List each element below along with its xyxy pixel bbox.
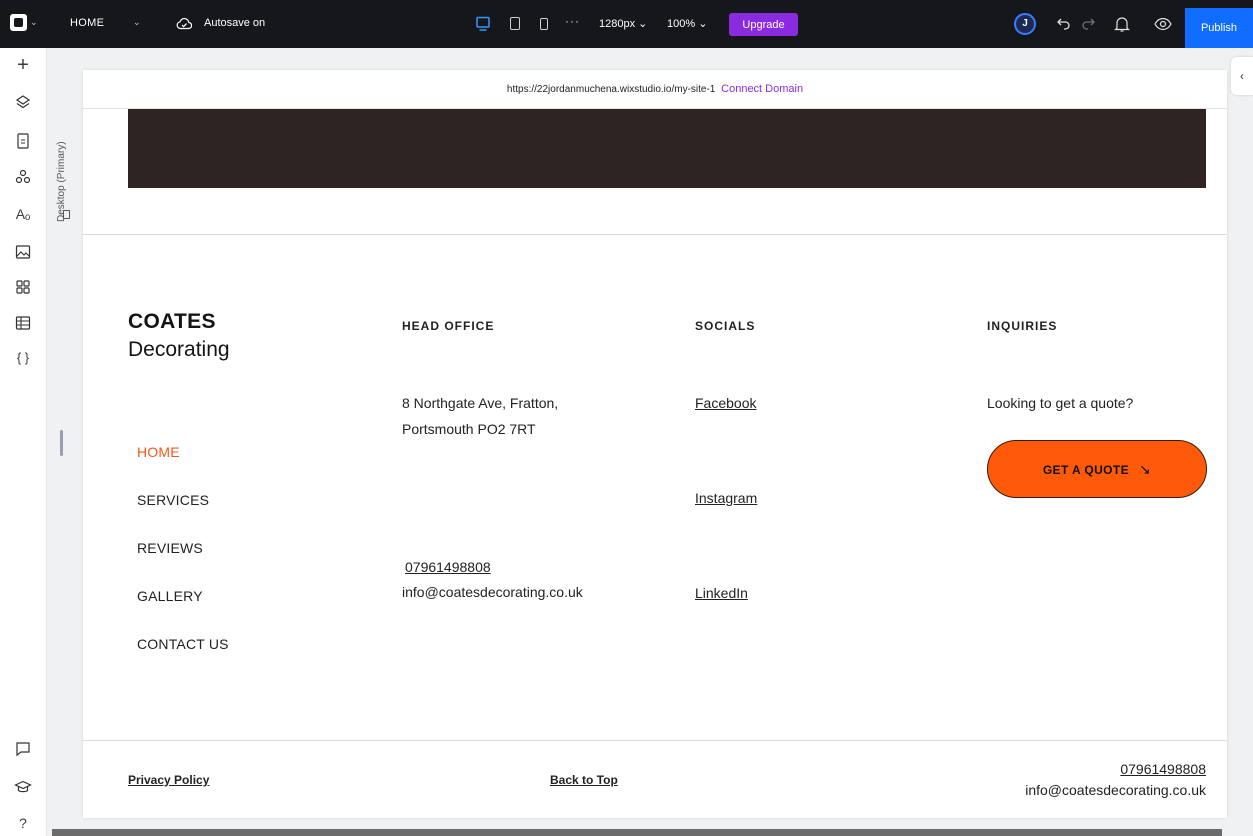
chevron-left-icon[interactable]: ‹ <box>1231 57 1253 95</box>
brand-name[interactable]: COATES <box>128 310 216 334</box>
breakpoint-label[interactable]: Desktop (Primary) <box>56 141 67 222</box>
footer-email[interactable]: info@coatesdecorating.co.uk <box>1025 782 1206 798</box>
help-icon[interactable]: ? <box>14 814 32 832</box>
address-line2: Portsmouth PO2 7RT <box>402 421 536 437</box>
chevron-down-icon[interactable]: ⌄ <box>133 17 141 28</box>
connect-domain-link[interactable]: Connect Domain <box>721 83 803 95</box>
footer-nav-gallery[interactable]: GALLERY <box>137 588 203 604</box>
avatar[interactable]: J <box>1014 13 1036 35</box>
linkedin-link[interactable]: LinkedIn <box>695 585 748 601</box>
dark-banner-section[interactable] <box>128 109 1206 188</box>
comments-icon[interactable] <box>14 740 32 758</box>
site-canvas: https://22jordanmuchena.wixstudio.io/my-… <box>83 70 1227 818</box>
horizontal-scrollbar[interactable] <box>52 829 1222 836</box>
wix-logo-icon[interactable] <box>10 14 27 31</box>
footer-nav-reviews[interactable]: REVIEWS <box>137 540 203 556</box>
add-element-icon[interactable]: + <box>14 55 32 75</box>
code-icon[interactable]: { } <box>14 349 32 367</box>
apps-icon[interactable] <box>14 278 32 296</box>
typography-icon[interactable]: Aₒ <box>14 205 32 223</box>
cloud-check-icon <box>176 17 192 30</box>
email-text[interactable]: info@coatesdecorating.co.uk <box>402 584 583 600</box>
inquiries-heading: INQUIRIES <box>987 319 1058 333</box>
brand-subtitle[interactable]: Decorating <box>128 338 230 362</box>
head-office-heading: HEAD OFFICE <box>402 319 495 333</box>
left-tool-rail: + Aₒ { } ? <box>0 48 47 836</box>
back-to-top-link[interactable]: Back to Top <box>550 773 618 787</box>
undo-icon[interactable] <box>1056 15 1072 31</box>
inquiries-text: Looking to get a quote? <box>987 395 1134 411</box>
footer-nav-home[interactable]: HOME <box>137 444 180 460</box>
upgrade-button[interactable]: Upgrade <box>729 13 798 36</box>
zoom-select[interactable]: 100% ⌄ <box>667 17 707 30</box>
more-options-icon[interactable]: ··· <box>565 14 580 28</box>
socials-heading: SOCIALS <box>695 319 756 333</box>
media-icon[interactable] <box>14 243 32 261</box>
arrow-down-right-icon: ↘ <box>1139 460 1152 477</box>
redo-icon[interactable] <box>1080 15 1096 31</box>
bell-icon[interactable] <box>1114 15 1130 33</box>
address-line1: 8 Northgate Ave, Fratton, <box>402 395 559 411</box>
chevron-down-icon[interactable]: ⌄ <box>30 17 38 28</box>
privacy-policy-link[interactable]: Privacy Policy <box>128 773 209 787</box>
quote-button-label: GET A QUOTE <box>1042 462 1130 477</box>
mobile-icon[interactable] <box>540 18 548 30</box>
pages-icon[interactable] <box>14 132 32 150</box>
footer-nav-contact-us[interactable]: CONTACT US <box>137 636 229 652</box>
publish-button[interactable]: Publish <box>1185 8 1253 48</box>
desktop-icon[interactable] <box>476 16 490 32</box>
divider <box>83 740 1227 741</box>
site-url-bar: https://22jordanmuchena.wixstudio.io/my-… <box>83 70 1227 109</box>
phone-link[interactable]: 07961498808 <box>405 559 491 575</box>
page-selector[interactable]: HOME <box>70 17 104 29</box>
autosave-status: Autosave on <box>204 17 266 29</box>
footer-nav-services[interactable]: SERVICES <box>137 492 209 508</box>
top-toolbar: ⌄ HOME ⌄ Autosave on ··· 1280px ⌄ 100% ⌄… <box>0 0 1253 48</box>
divider <box>83 234 1227 235</box>
canvas-width-select[interactable]: 1280px ⌄ <box>599 17 647 30</box>
cms-table-icon[interactable] <box>14 314 32 332</box>
resize-handle[interactable] <box>60 430 63 456</box>
footer-phone-link[interactable]: 07961498808 <box>1120 761 1206 777</box>
facebook-link[interactable]: Facebook <box>695 395 756 411</box>
instagram-link[interactable]: Instagram <box>695 490 757 506</box>
layers-icon[interactable] <box>14 93 32 111</box>
preview-eye-icon[interactable] <box>1154 16 1172 32</box>
learn-graduation-icon[interactable] <box>14 778 32 796</box>
components-icon[interactable] <box>14 168 32 186</box>
get-a-quote-button[interactable]: GET A QUOTE ↘ <box>987 440 1207 498</box>
site-url: https://22jordanmuchena.wixstudio.io/my-… <box>506 84 716 95</box>
tablet-icon[interactable] <box>510 17 520 30</box>
